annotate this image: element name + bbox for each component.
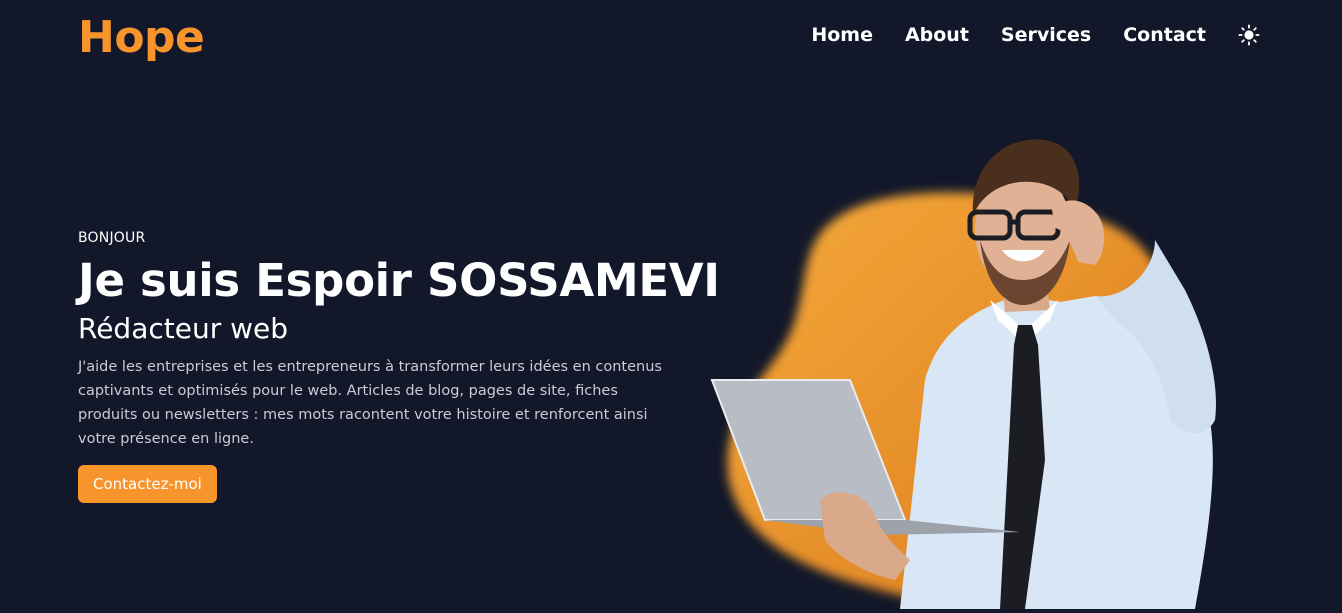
hero-description: J'aide les entreprises et les entreprene… [78, 359, 662, 448]
main-nav: Home About Services Contact [811, 24, 1260, 46]
sun-icon [1238, 24, 1260, 46]
hero-intro: BONJOUR Je suis Espoir SOSSAMEVI Rédacte… [78, 230, 720, 504]
nav-about[interactable]: About [905, 24, 969, 46]
logo[interactable]: Hope [78, 12, 205, 63]
contact-button[interactable]: Contactez-moi [78, 465, 217, 504]
hero-illustration-graphic [710, 139, 1216, 613]
nav-services[interactable]: Services [1001, 24, 1091, 46]
theme-toggle-button[interactable] [1238, 24, 1260, 46]
hero-illustration [700, 120, 1240, 613]
nav-home[interactable]: Home [811, 24, 873, 46]
hero-greeting: BONJOUR [78, 230, 146, 246]
nav-contact[interactable]: Contact [1123, 24, 1206, 46]
hero-role: Rédacteur web [78, 311, 289, 345]
hero-name: Je suis Espoir SOSSAMEVI [78, 254, 720, 307]
